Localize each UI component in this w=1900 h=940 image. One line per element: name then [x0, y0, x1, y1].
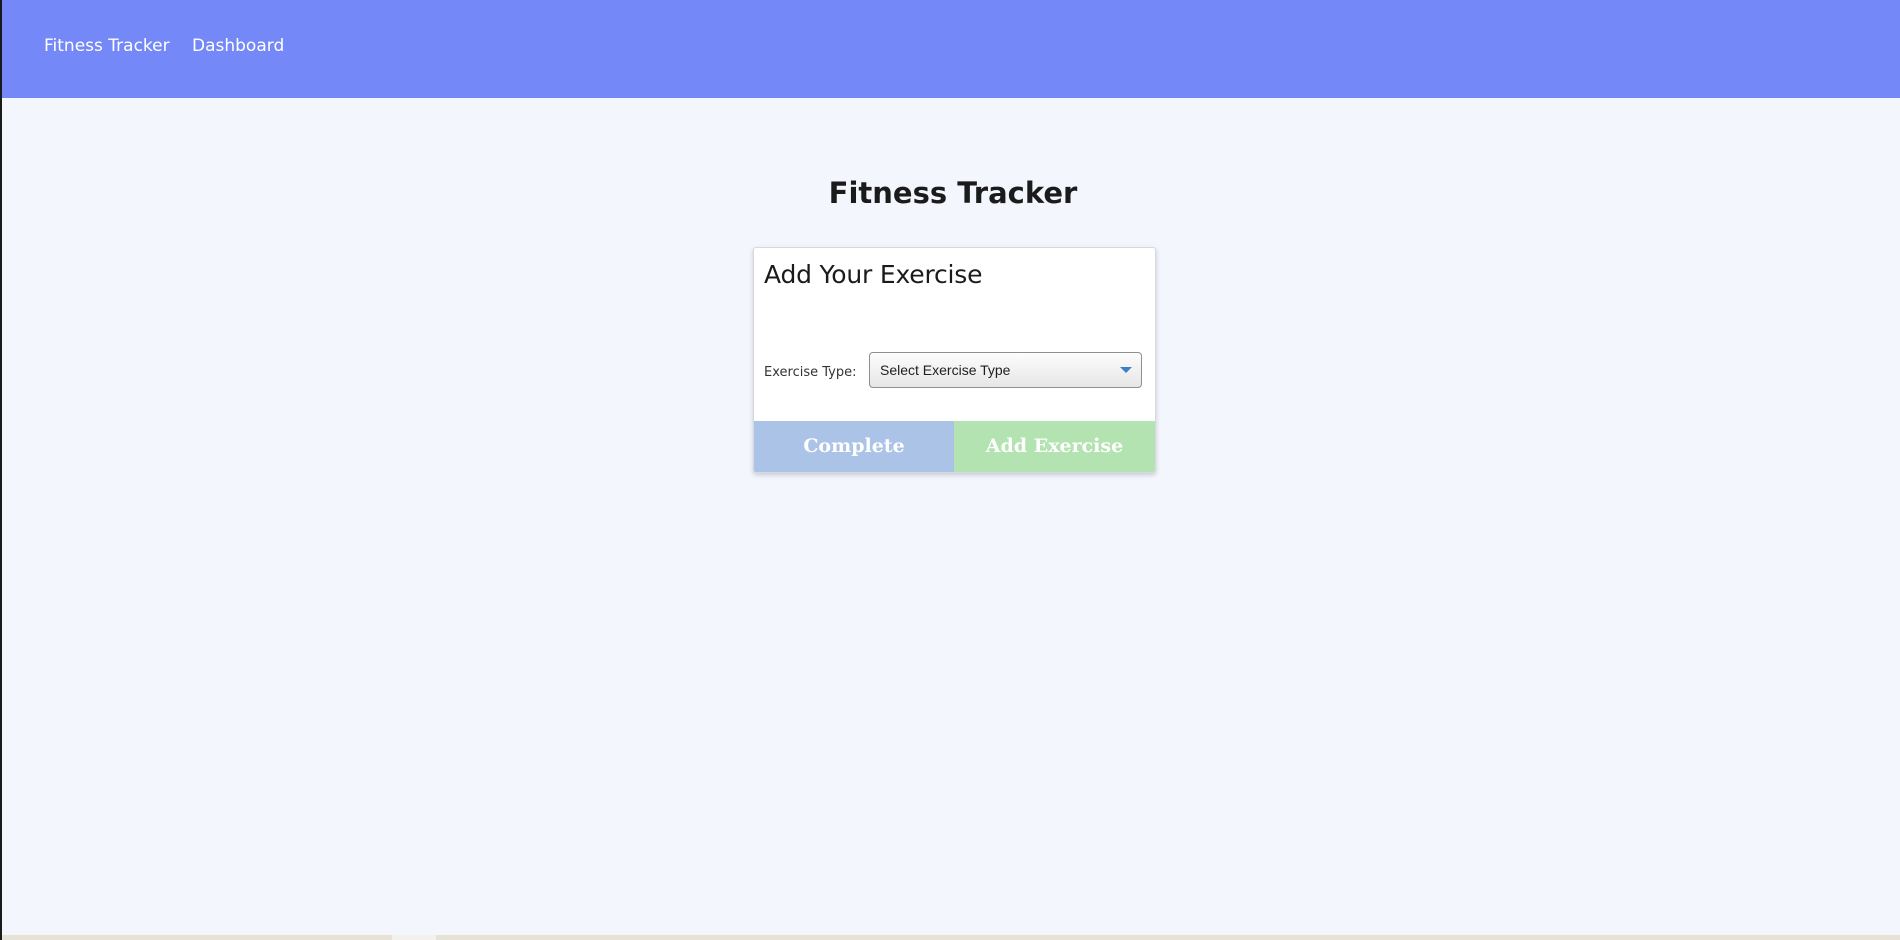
nav-brand-link[interactable]: Fitness Tracker: [44, 36, 170, 56]
page: Fitness Tracker Dashboard Fitness Tracke…: [0, 0, 1900, 940]
card-title: Add Your Exercise: [764, 260, 983, 289]
window-edge: [0, 0, 2, 940]
exercise-type-label: Exercise Type:: [764, 365, 857, 380]
top-navbar: Fitness Tracker Dashboard: [2, 0, 1900, 98]
add-exercise-card: Add Your Exercise Exercise Type: Select …: [753, 247, 1156, 473]
nav-dashboard-link[interactable]: Dashboard: [192, 36, 284, 56]
page-title: Fitness Tracker: [828, 176, 1078, 210]
chevron-down-icon: [1120, 367, 1132, 373]
exercise-type-select[interactable]: Select Exercise Type: [869, 352, 1142, 388]
exercise-type-select-value: Select Exercise Type: [880, 362, 1011, 378]
bottom-edge: [2, 935, 1900, 940]
add-exercise-button[interactable]: Add Exercise: [954, 421, 1155, 472]
bottom-edge-mark: [392, 935, 436, 940]
complete-button[interactable]: Complete: [754, 421, 954, 472]
